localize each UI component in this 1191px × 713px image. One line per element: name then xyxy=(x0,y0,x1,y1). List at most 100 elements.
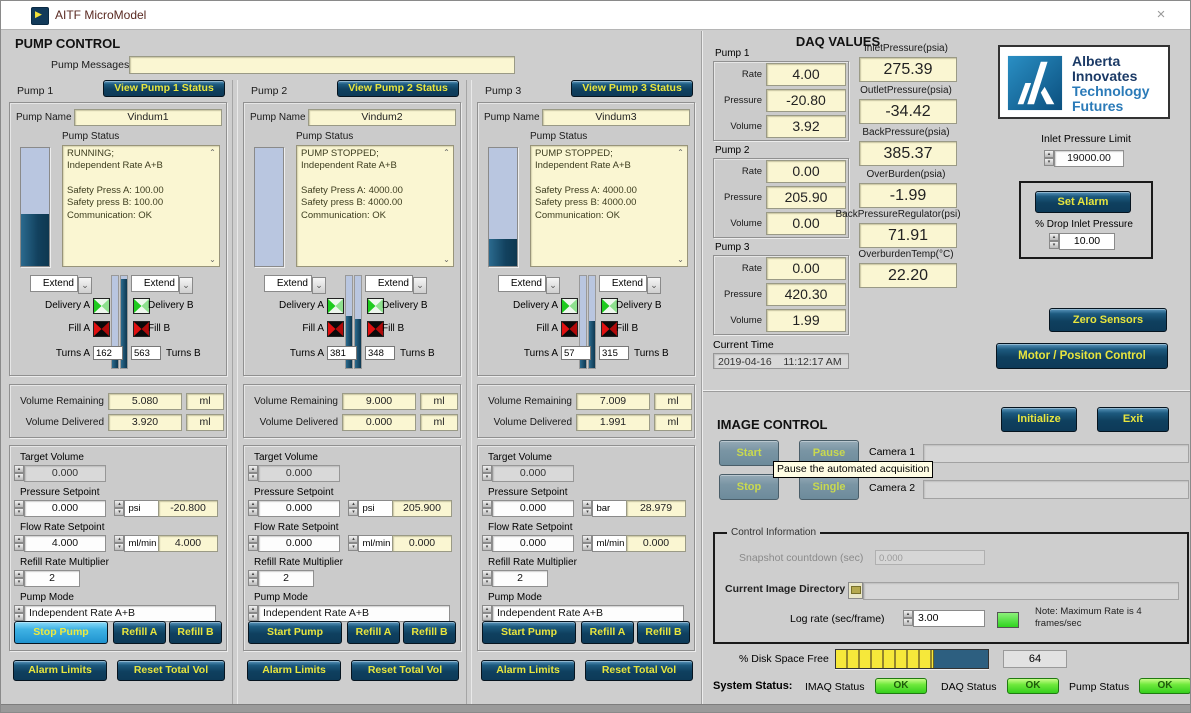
extend-b-select[interactable]: Extend xyxy=(599,275,661,292)
reset-total-vol-button[interactable]: Reset Total Vol xyxy=(351,660,459,681)
turns-b-input[interactable]: 315 xyxy=(599,346,629,360)
alarm-limits-button[interactable]: Alarm Limits xyxy=(247,660,341,681)
spinner-icon[interactable] xyxy=(114,535,124,552)
extend-a-select[interactable]: Extend xyxy=(498,275,560,292)
pump-name-field[interactable]: Vindum3 xyxy=(542,109,690,126)
refill-b-button[interactable]: Refill B xyxy=(637,621,690,644)
spinner-icon[interactable] xyxy=(14,500,24,517)
spinner-icon[interactable] xyxy=(482,570,492,587)
spinner-icon[interactable] xyxy=(1049,233,1059,250)
pump-name-field[interactable]: Vindum1 xyxy=(74,109,222,126)
spinner-icon[interactable] xyxy=(348,500,358,517)
alarm-limits-button[interactable]: Alarm Limits xyxy=(481,660,575,681)
scroll-down-icon[interactable] xyxy=(208,255,217,264)
exit-button[interactable]: Exit xyxy=(1097,407,1169,432)
spinner-icon[interactable] xyxy=(582,535,592,552)
extend-b-select[interactable]: Extend xyxy=(365,275,427,292)
pressure-setpoint-input[interactable]: 0.000 xyxy=(24,500,106,517)
inlet-pressure-limit-input[interactable]: 19000.00 xyxy=(1054,150,1124,167)
extend-a-value[interactable]: Extend xyxy=(30,275,78,292)
refill-b-button[interactable]: Refill B xyxy=(403,621,456,644)
turns-a-input[interactable]: 162 xyxy=(93,346,123,360)
extend-a-select[interactable]: Extend xyxy=(264,275,326,292)
spinner-icon[interactable] xyxy=(14,605,24,622)
folder-browse-icon[interactable] xyxy=(848,582,863,599)
spinner-icon[interactable] xyxy=(14,465,24,482)
chevron-down-icon[interactable] xyxy=(413,277,427,294)
scroll-up-icon[interactable] xyxy=(208,148,217,157)
pump-mode-select[interactable]: Independent Rate A+B xyxy=(258,605,450,622)
extend-a-value[interactable]: Extend xyxy=(264,275,312,292)
start-stop-pump-button[interactable]: Start Pump xyxy=(482,621,576,644)
chevron-down-icon[interactable] xyxy=(546,277,560,294)
spinner-icon[interactable] xyxy=(248,465,258,482)
start-stop-pump-button[interactable]: Start Pump xyxy=(248,621,342,644)
chevron-down-icon[interactable] xyxy=(647,277,661,294)
view-pump-status-button[interactable]: View Pump 3 Status xyxy=(571,80,693,97)
stop-capture-button[interactable]: Stop xyxy=(719,474,779,500)
refill-a-button[interactable]: Refill A xyxy=(347,621,400,644)
flow-rate-input[interactable]: 0.000 xyxy=(492,535,574,552)
spinner-icon[interactable] xyxy=(248,605,258,622)
flow-rate-input[interactable]: 0.000 xyxy=(258,535,340,552)
extend-b-value[interactable]: Extend xyxy=(365,275,413,292)
view-pump-status-button[interactable]: View Pump 1 Status xyxy=(103,80,225,97)
drop-inlet-pressure-input[interactable]: 10.00 xyxy=(1059,233,1115,250)
zero-sensors-button[interactable]: Zero Sensors xyxy=(1049,308,1167,332)
scroll-down-icon[interactable] xyxy=(676,255,685,264)
target-volume-input[interactable]: 0.000 xyxy=(258,465,340,482)
spinner-icon[interactable] xyxy=(482,465,492,482)
initialize-button[interactable]: Initialize xyxy=(1001,407,1077,432)
view-pump-status-button[interactable]: View Pump 2 Status xyxy=(337,80,459,97)
refill-a-button[interactable]: Refill A xyxy=(113,621,166,644)
spinner-icon[interactable] xyxy=(903,610,913,627)
pump-name-field[interactable]: Vindum2 xyxy=(308,109,456,126)
reset-total-vol-button[interactable]: Reset Total Vol xyxy=(117,660,225,681)
extend-a-select[interactable]: Extend xyxy=(30,275,92,292)
pump-mode-select[interactable]: Independent Rate A+B xyxy=(24,605,216,622)
pump-mode-select[interactable]: Independent Rate A+B xyxy=(492,605,684,622)
spinner-icon[interactable] xyxy=(14,570,24,587)
motor-position-control-button[interactable]: Motor / Positon Control xyxy=(996,343,1168,369)
target-volume-input[interactable]: 0.000 xyxy=(492,465,574,482)
extend-b-value[interactable]: Extend xyxy=(131,275,179,292)
refill-multiplier-input[interactable]: 2 xyxy=(492,570,548,587)
extend-b-value[interactable]: Extend xyxy=(599,275,647,292)
log-rate-input[interactable]: 3.00 xyxy=(913,610,985,627)
scroll-up-icon[interactable] xyxy=(442,148,451,157)
spinner-icon[interactable] xyxy=(482,500,492,517)
alarm-limits-button[interactable]: Alarm Limits xyxy=(13,660,107,681)
turns-b-input[interactable]: 348 xyxy=(365,346,395,360)
refill-multiplier-input[interactable]: 2 xyxy=(258,570,314,587)
scroll-up-icon[interactable] xyxy=(676,148,685,157)
target-volume-input[interactable]: 0.000 xyxy=(24,465,106,482)
spinner-icon[interactable] xyxy=(582,500,592,517)
spinner-icon[interactable] xyxy=(1044,150,1054,167)
image-directory-field[interactable] xyxy=(863,582,1179,600)
spinner-icon[interactable] xyxy=(248,535,258,552)
pressure-setpoint-input[interactable]: 0.000 xyxy=(258,500,340,517)
refill-multiplier-input[interactable]: 2 xyxy=(24,570,80,587)
start-stop-pump-button[interactable]: Stop Pump xyxy=(14,621,108,644)
spinner-icon[interactable] xyxy=(248,500,258,517)
spinner-icon[interactable] xyxy=(482,535,492,552)
extend-b-select[interactable]: Extend xyxy=(131,275,193,292)
extend-a-value[interactable]: Extend xyxy=(498,275,546,292)
spinner-icon[interactable] xyxy=(248,570,258,587)
start-capture-button[interactable]: Start xyxy=(719,440,779,466)
chevron-down-icon[interactable] xyxy=(179,277,193,294)
spinner-icon[interactable] xyxy=(114,500,124,517)
reset-total-vol-button[interactable]: Reset Total Vol xyxy=(585,660,693,681)
flow-rate-input[interactable]: 4.000 xyxy=(24,535,106,552)
turns-a-input[interactable]: 381 xyxy=(327,346,357,360)
turns-a-input[interactable]: 57 xyxy=(561,346,591,360)
pressure-setpoint-input[interactable]: 0.000 xyxy=(492,500,574,517)
pump-messages-field[interactable] xyxy=(129,56,515,74)
scroll-down-icon[interactable] xyxy=(442,255,451,264)
chevron-down-icon[interactable] xyxy=(312,277,326,294)
refill-b-button[interactable]: Refill B xyxy=(169,621,222,644)
set-alarm-button[interactable]: Set Alarm xyxy=(1035,191,1131,213)
turns-b-input[interactable]: 563 xyxy=(131,346,161,360)
refill-a-button[interactable]: Refill A xyxy=(581,621,634,644)
spinner-icon[interactable] xyxy=(14,535,24,552)
